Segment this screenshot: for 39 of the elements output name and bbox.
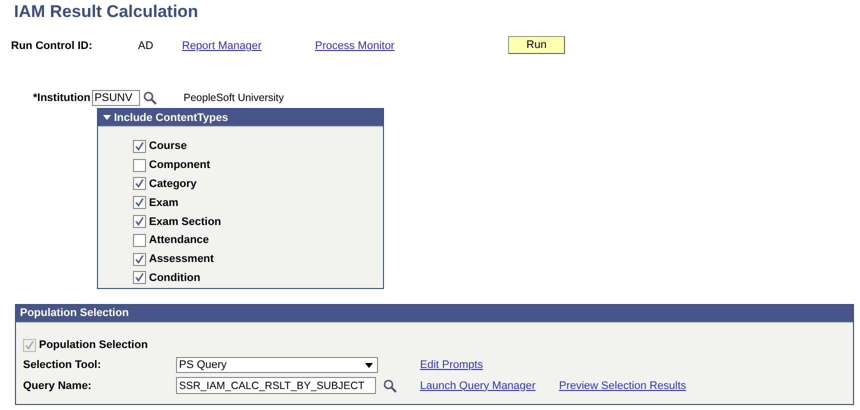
selection-tool-label: Selection Tool: (23, 359, 102, 371)
group-header: Population Selection (16, 305, 853, 323)
search-icon[interactable] (143, 91, 158, 105)
checkbox[interactable] (133, 271, 146, 284)
page-title: IAM Result Calculation (14, 2, 200, 22)
run-button[interactable]: Run (508, 36, 565, 54)
link[interactable]: Edit Prompts (420, 359, 559, 371)
link[interactable]: Process Monitor (315, 40, 508, 52)
institution-description: PeopleSoft University (183, 92, 284, 104)
link[interactable]: Report Manager (182, 40, 315, 52)
checkbox-label: Course (149, 140, 187, 152)
search-icon[interactable] (383, 378, 397, 392)
institution-field[interactable]: PSUNV (92, 90, 140, 106)
checkbox[interactable] (133, 252, 146, 266)
run-control-value: AD (138, 40, 154, 52)
checkbox[interactable] (133, 177, 146, 190)
checkbox-label: Exam Section (149, 216, 222, 228)
checkbox[interactable] (133, 158, 146, 172)
checkbox[interactable] (133, 196, 146, 210)
checkbox-label: Condition (149, 272, 200, 284)
institution-label: *Institution (33, 92, 90, 104)
link[interactable]: Launch Query Manager (420, 380, 559, 392)
run-control-label: Run Control ID: (11, 40, 94, 52)
selection-tool-dropdown[interactable]: PS Query (176, 357, 378, 373)
checkbox-label: Category (149, 178, 197, 190)
query-name-label: Query Name: (23, 380, 92, 392)
checkbox[interactable] (133, 215, 146, 228)
collapse-icon[interactable] (103, 114, 111, 120)
group-header[interactable]: Include ContentTypes (98, 109, 383, 127)
checkbox[interactable] (133, 234, 146, 247)
checkbox-label: Population Selection (39, 339, 148, 351)
checkbox-label: Attendance (149, 234, 209, 246)
checkbox[interactable] (133, 140, 146, 153)
checkbox-label: Component (149, 159, 210, 172)
checkbox-label: Exam (149, 196, 178, 209)
dropdown-arrow-icon[interactable] (365, 362, 373, 368)
link[interactable]: Preview Selection Results (559, 380, 853, 392)
query-name-field[interactable]: SSR_IAM_CALC_RSLT_BY_SUBJECT (176, 377, 376, 394)
checkbox-label: Assessment (149, 253, 214, 266)
